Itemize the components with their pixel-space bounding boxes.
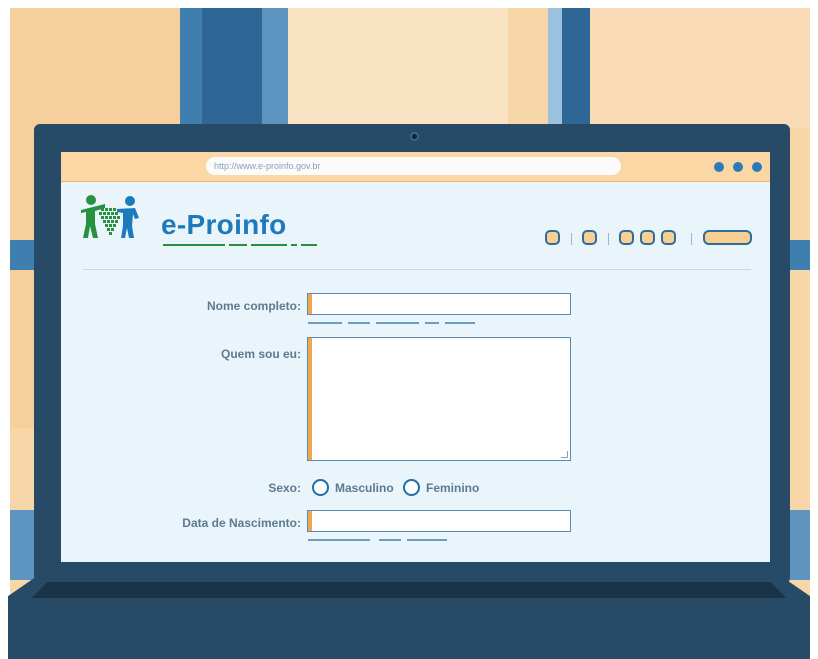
radio-label-feminino[interactable]: Feminino bbox=[426, 481, 479, 495]
input-hint-line bbox=[407, 539, 447, 541]
about-textarea[interactable] bbox=[307, 337, 571, 461]
background-column bbox=[202, 8, 262, 128]
toolbar-button[interactable] bbox=[661, 230, 676, 245]
background-column bbox=[562, 8, 590, 128]
toolbar-button[interactable] bbox=[582, 230, 597, 245]
radio-masculino[interactable] bbox=[312, 479, 329, 496]
birth-input[interactable] bbox=[307, 510, 571, 532]
birth-label: Data de Nascimento: bbox=[182, 516, 301, 530]
input-hint-line bbox=[379, 539, 401, 541]
about-label: Quem sou eu: bbox=[220, 347, 301, 361]
name-label: Nome completo: bbox=[206, 299, 301, 313]
background-column bbox=[790, 240, 810, 270]
toolbar-wide-button[interactable] bbox=[703, 230, 752, 245]
radio-feminino[interactable] bbox=[403, 479, 420, 496]
url-field[interactable]: http://www.e-proinfo.gov.br bbox=[206, 157, 621, 175]
background-column bbox=[548, 8, 562, 128]
input-hint-line bbox=[308, 322, 342, 324]
logo-underline bbox=[301, 244, 317, 246]
toolbar-separator bbox=[691, 233, 692, 245]
resize-grip-icon[interactable] bbox=[561, 451, 568, 458]
webcam-icon bbox=[410, 132, 419, 141]
background-column bbox=[262, 8, 288, 128]
input-accent bbox=[308, 511, 312, 531]
name-input[interactable] bbox=[307, 293, 571, 315]
background-panel bbox=[288, 8, 508, 128]
laptop-hinge bbox=[32, 582, 786, 598]
background-column bbox=[790, 510, 810, 580]
background-column bbox=[10, 510, 36, 580]
header-divider bbox=[83, 269, 751, 270]
logo-underline bbox=[251, 244, 287, 246]
people-map-logo-icon[interactable] bbox=[77, 190, 157, 248]
toolbar-button[interactable] bbox=[619, 230, 634, 245]
input-hint-line bbox=[445, 322, 475, 324]
toolbar-separator bbox=[571, 233, 572, 245]
background-panel bbox=[590, 8, 810, 128]
sex-label: Sexo: bbox=[268, 481, 301, 495]
more-dots-icon[interactable] bbox=[714, 162, 724, 172]
radio-label-masculino[interactable]: Masculino bbox=[335, 481, 394, 495]
logo-underline bbox=[163, 244, 225, 246]
input-hint-line bbox=[348, 322, 370, 324]
background-column bbox=[10, 240, 36, 270]
logo-underline bbox=[229, 244, 247, 246]
site-logo-text[interactable]: e-Proinfo bbox=[161, 209, 287, 241]
more-dots-icon[interactable] bbox=[752, 162, 762, 172]
toolbar-separator bbox=[608, 233, 609, 245]
logo-underline bbox=[291, 244, 297, 246]
browser-address-bar: http://www.e-proinfo.gov.br bbox=[61, 152, 770, 182]
input-hint-line bbox=[425, 322, 439, 324]
laptop-screen: http://www.e-proinfo.gov.br e-Proinfo No… bbox=[61, 152, 770, 562]
more-dots-icon[interactable] bbox=[733, 162, 743, 172]
background-column bbox=[180, 8, 202, 128]
toolbar-button[interactable] bbox=[545, 230, 560, 245]
input-accent bbox=[308, 338, 312, 460]
input-accent bbox=[308, 294, 312, 314]
input-hint-line bbox=[308, 539, 370, 541]
input-hint-line bbox=[376, 322, 419, 324]
toolbar-button[interactable] bbox=[640, 230, 655, 245]
